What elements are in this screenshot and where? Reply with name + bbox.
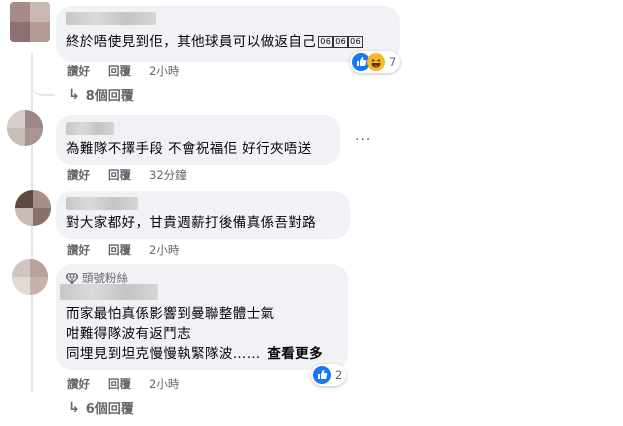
comment-text: 對大家都好，甘貴週薪打後備真係吾對路 [66, 215, 317, 231]
avatar[interactable] [10, 2, 50, 42]
reply-button[interactable]: 回覆 [108, 242, 131, 258]
reaction-count: 2 [335, 368, 343, 382]
see-more-link[interactable]: 查看更多 [267, 346, 323, 362]
avatar[interactable] [12, 259, 48, 295]
comment-line: 而家最怕真係影響到曼聯整體士氣 [66, 306, 275, 322]
comment-bubble: 對大家都好，甘貴週薪打後備真係吾對路 [56, 191, 350, 239]
diamond-icon [66, 272, 78, 284]
comment-text: 終於唔使見到佢，其他球員可以做返自己 06 06 06 [66, 34, 364, 50]
reaction-count: 7 [389, 55, 397, 69]
comment-line: 同埋見到坦克慢慢執緊隊波…… 查看更多 [66, 346, 323, 362]
comment-timestamp[interactable]: 2小時 [149, 376, 179, 392]
reply-button[interactable]: 回覆 [108, 63, 131, 79]
reaction-summary[interactable]: 7 [350, 51, 401, 73]
comment-text: 為難隊不擇手段 不會祝福佢 好行夾唔送 [66, 141, 312, 157]
comment-timestamp[interactable]: 32分鐘 [149, 167, 187, 183]
like-icon [313, 366, 331, 384]
like-button[interactable]: 讚好 [67, 63, 90, 79]
avatar[interactable] [15, 190, 51, 226]
reply-arrow-icon: ↳ [68, 86, 80, 103]
haha-icon [367, 53, 385, 71]
view-replies-button[interactable]: ↳ 8個回覆 [68, 85, 134, 105]
like-button[interactable]: 讚好 [67, 242, 90, 258]
like-button[interactable]: 讚好 [67, 167, 90, 183]
comment-line: 咁難得隊波有返鬥志 [66, 326, 192, 342]
comment-timestamp[interactable]: 2小時 [149, 63, 179, 79]
replies-label: 6個回覆 [85, 402, 134, 417]
commenter-name[interactable] [60, 284, 158, 300]
reaction-summary[interactable]: 2 [311, 364, 347, 386]
comment-bubble: 頭號粉絲 而家最怕真係影響到曼聯整體士氣 咁難得隊波有返鬥志 同埋見到坦克慢慢執… [56, 264, 348, 370]
avatar[interactable] [7, 110, 43, 146]
comment-bubble: 為難隊不擇手段 不會祝福佢 好行夾唔送 [56, 115, 340, 165]
comment-timestamp[interactable]: 2小時 [149, 242, 179, 258]
commenter-name[interactable] [66, 122, 114, 135]
reply-arrow-icon: ↳ [68, 399, 80, 416]
like-button[interactable]: 讚好 [67, 376, 90, 392]
replies-label: 8個回覆 [85, 89, 134, 104]
view-replies-button[interactable]: ↳ 6個回覆 [68, 398, 134, 418]
commenter-name[interactable] [66, 12, 156, 25]
comment-bubble: 終於唔使見到佢，其他球員可以做返自己 06 06 06 [56, 6, 400, 62]
more-options-button[interactable]: ··· [355, 132, 371, 148]
reply-button[interactable]: 回覆 [108, 167, 131, 183]
commenter-name[interactable] [66, 197, 138, 210]
reply-button[interactable]: 回覆 [108, 376, 131, 392]
thread-line [31, 70, 55, 96]
